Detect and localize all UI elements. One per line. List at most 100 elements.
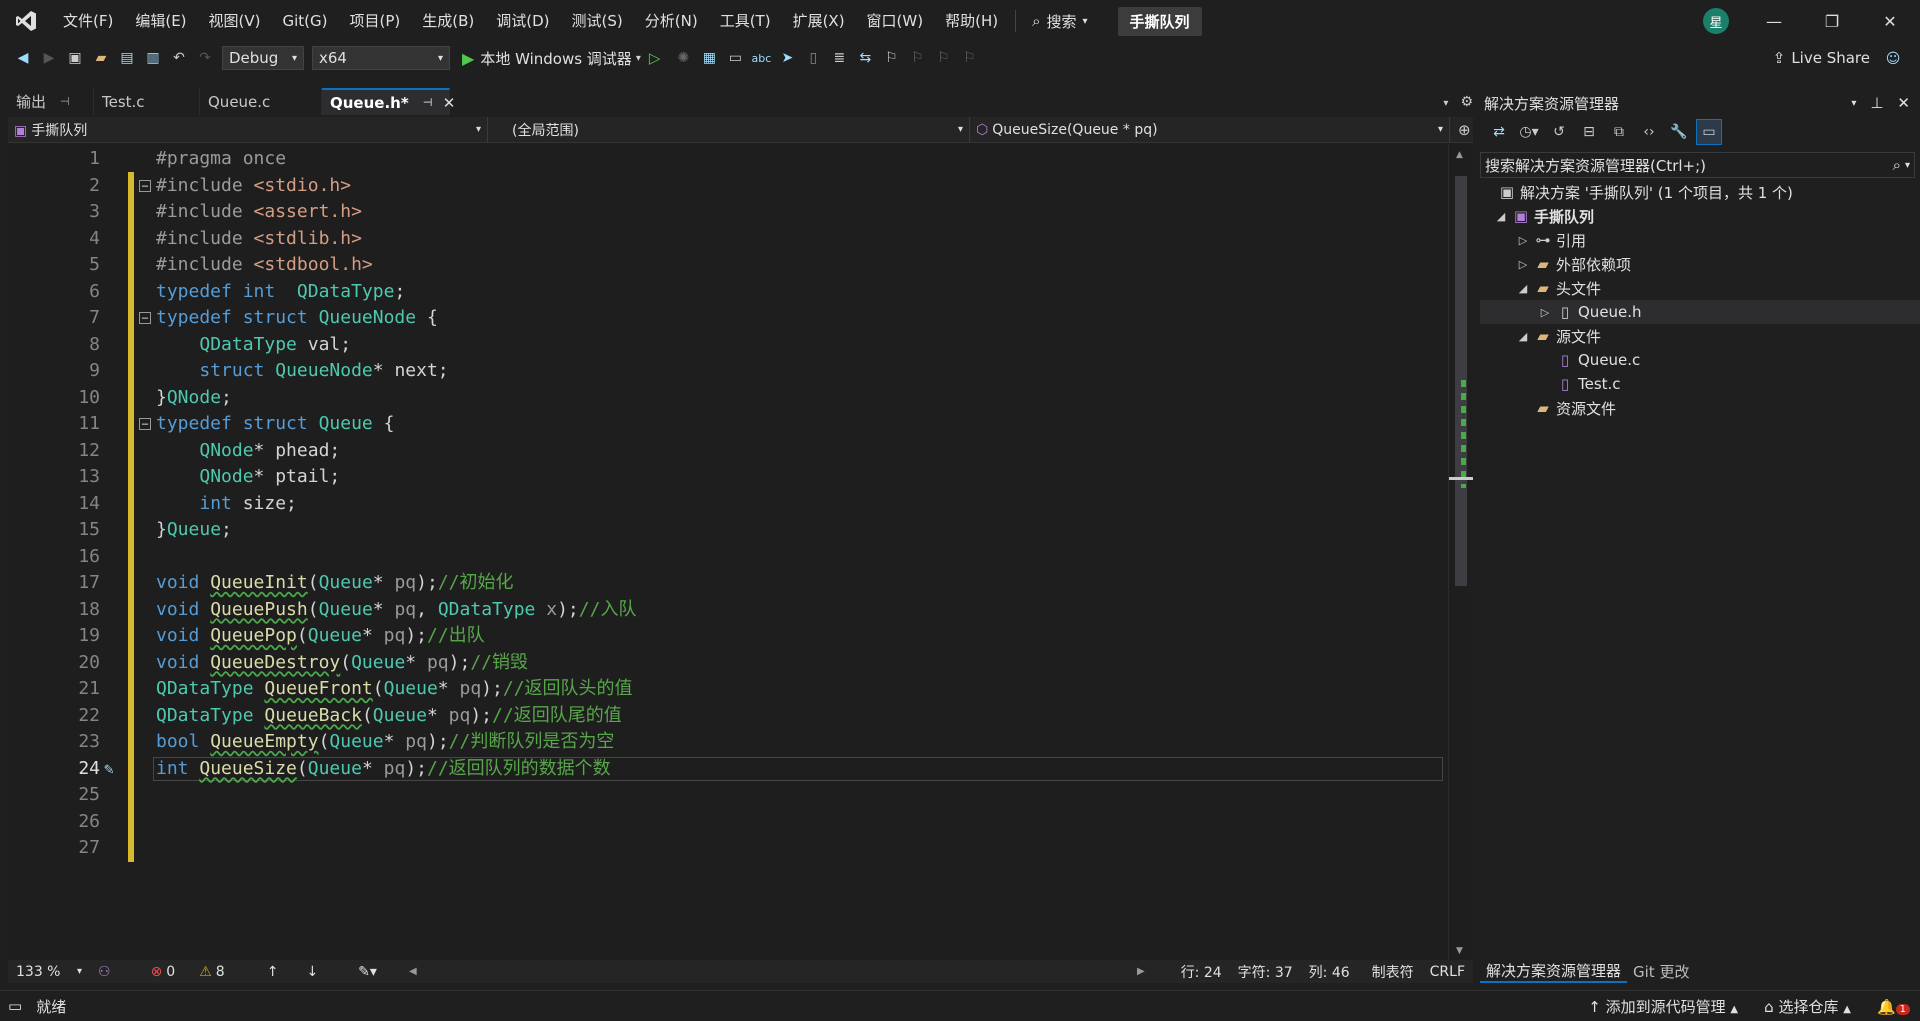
- next-issue-icon[interactable]: ↓: [298, 964, 326, 980]
- scroll-right-icon[interactable]: ▶: [1129, 966, 1153, 977]
- tab-test-c[interactable]: Test.c: [94, 88, 200, 115]
- tree-queue-h[interactable]: ▷ ▯ Queue.h: [1480, 300, 1920, 324]
- platform-select[interactable]: x64 ▾: [312, 46, 450, 70]
- preview-icon[interactable]: ▭: [1696, 119, 1722, 145]
- tree-headers[interactable]: ◢ ▰ 头文件: [1480, 276, 1920, 300]
- menu-item[interactable]: 窗口(W): [856, 6, 935, 36]
- errors-indicator[interactable]: ⊗ 0: [143, 964, 184, 980]
- tabs-indicator[interactable]: 制表符: [1364, 962, 1422, 982]
- show-all-files-icon[interactable]: ⧉: [1606, 119, 1632, 145]
- code-line[interactable]: 27: [8, 835, 1448, 862]
- code-line[interactable]: 3 #include <assert.h>: [8, 199, 1448, 226]
- code-line[interactable]: 16: [8, 544, 1448, 571]
- char-indicator[interactable]: 字符: 37: [1230, 962, 1301, 982]
- zoom-select[interactable]: 133 % ▾: [8, 964, 90, 980]
- scroll-left-icon[interactable]: ◀: [401, 966, 425, 977]
- code-line[interactable]: 23 bool QueueEmpty(Queue* pq);//判断队列是否为空: [8, 729, 1448, 756]
- split-editor-icon[interactable]: ⊕: [1458, 121, 1471, 139]
- scroll-up-icon[interactable]: ▲: [1456, 150, 1463, 160]
- code-editor[interactable]: 1 #pragma once 2− #include <stdio.h> 3 #inclu…: [8, 144, 1448, 960]
- code-line[interactable]: 13 QNode* ptail;: [8, 464, 1448, 491]
- collapse-icon[interactable]: −: [139, 312, 151, 324]
- outdent-icon[interactable]: ⇆: [852, 45, 878, 71]
- menu-item[interactable]: 分析(N): [634, 6, 709, 36]
- code-line[interactable]: 26: [8, 809, 1448, 836]
- notifications-button[interactable]: 🔔 1: [1877, 998, 1910, 1016]
- expanded-icon[interactable]: ◢: [1516, 330, 1530, 343]
- menu-item[interactable]: 帮助(H): [934, 6, 1009, 36]
- forward-icon[interactable]: ▶: [36, 45, 62, 71]
- hot-reload-icon[interactable]: ✺: [670, 45, 696, 71]
- new-project-icon[interactable]: ▣: [62, 45, 88, 71]
- collapsed-icon[interactable]: ▷: [1516, 258, 1530, 271]
- settings-icon[interactable]: ⚙: [1460, 94, 1473, 110]
- tree-sources[interactable]: ◢ ▰ 源文件: [1480, 324, 1920, 348]
- tree-solution[interactable]: ▣ 解决方案 '手撕队列' (1 个项目，共 1 个): [1480, 180, 1920, 204]
- code-line[interactable]: 4 #include <stdlib.h>: [8, 226, 1448, 253]
- code-line[interactable]: 22 QDataType QueueBack(Queue* pq);//返回队尾的…: [8, 703, 1448, 730]
- collapsed-icon[interactable]: ▷: [1516, 234, 1530, 247]
- solution-explorer-search-input[interactable]: 搜索解决方案资源管理器(Ctrl+;) ⌕ ▾: [1480, 152, 1915, 178]
- menu-item[interactable]: 视图(V): [198, 6, 272, 36]
- tree-project[interactable]: ◢ ▣ 手撕队列: [1480, 204, 1920, 228]
- bookmark-clear-icon[interactable]: ⚐: [956, 45, 982, 71]
- tree-test-c[interactable]: ▯ Test.c: [1480, 372, 1920, 396]
- chevron-down-icon[interactable]: ▾: [1851, 98, 1856, 109]
- tab-output[interactable]: 输出 ⊣: [8, 88, 94, 115]
- tab-solution-explorer[interactable]: 解决方案资源管理器: [1480, 960, 1628, 983]
- menu-item[interactable]: Git(G): [272, 6, 339, 36]
- bookmark-icon[interactable]: ⚐: [878, 45, 904, 71]
- select-repository-button[interactable]: ⌂ 选择仓库 ▲: [1764, 996, 1851, 1017]
- debugger-button[interactable]: 本地 Windows 调试器: [480, 48, 632, 69]
- code-line[interactable]: 15}Queue;: [8, 517, 1448, 544]
- layout-icon[interactable]: ▭: [722, 45, 748, 71]
- redo-icon[interactable]: ↷: [192, 45, 218, 71]
- warnings-indicator[interactable]: ⚠ 8: [191, 964, 232, 980]
- vertical-scrollbar[interactable]: ▲ ▼: [1448, 144, 1473, 960]
- pin-icon[interactable]: ⊣: [60, 95, 70, 108]
- collapsed-icon[interactable]: ▷: [1538, 306, 1552, 319]
- menu-item[interactable]: 扩展(X): [782, 6, 856, 36]
- tree-external-deps[interactable]: ▷ ▰ 外部依赖项: [1480, 252, 1920, 276]
- tree-references[interactable]: ▷ ⊶ 引用: [1480, 228, 1920, 252]
- quick-actions-icon[interactable]: ✎: [104, 756, 114, 783]
- tab-git-changes[interactable]: Git 更改: [1627, 961, 1695, 982]
- code-line[interactable]: 9 struct QueueNode* next;: [8, 358, 1448, 385]
- code-line[interactable]: 18 void QueuePush(Queue* pq, QDataType x)…: [8, 597, 1448, 624]
- undo-icon[interactable]: ↶: [166, 45, 192, 71]
- expanded-icon[interactable]: ◢: [1494, 210, 1508, 223]
- expanded-icon[interactable]: ◢: [1516, 282, 1530, 295]
- search-button[interactable]: ⌕ 搜索 ▾: [1022, 11, 1097, 32]
- open-folder-icon[interactable]: ▰: [88, 45, 114, 71]
- copilot-icon[interactable]: ⚇: [90, 964, 119, 980]
- code-line[interactable]: 6 typedef int QDataType;: [8, 279, 1448, 306]
- pin-icon[interactable]: ⊣: [423, 96, 433, 109]
- refresh-icon[interactable]: ↺: [1546, 119, 1572, 145]
- bookmark-next-icon[interactable]: ⚐: [930, 45, 956, 71]
- solution-tool-icon[interactable]: ▦: [696, 45, 722, 71]
- menu-item[interactable]: 测试(S): [561, 6, 634, 36]
- scroll-down-icon[interactable]: ▼: [1456, 946, 1463, 956]
- feedback-icon[interactable]: ☺: [1880, 46, 1906, 72]
- start-without-debugging-icon[interactable]: ▷: [649, 49, 661, 67]
- code-line[interactable]: 14 int size;: [8, 491, 1448, 518]
- menu-item[interactable]: 文件(F): [52, 6, 124, 36]
- output-window-icon[interactable]: ▭: [8, 997, 22, 1015]
- project-dropdown[interactable]: ▣ 手撕队列 ▾: [8, 116, 488, 143]
- code-line[interactable]: 1 #pragma once: [8, 146, 1448, 173]
- code-line[interactable]: 24 ✎ int QueueSize(Queue* pq);//返回队列的数据个数: [8, 756, 1448, 783]
- code-line[interactable]: 8 QDataType val;: [8, 332, 1448, 359]
- sync-icon[interactable]: ⇄: [1486, 119, 1512, 145]
- menu-item[interactable]: 生成(B): [411, 6, 485, 36]
- code-line[interactable]: 17 void QueueInit(Queue* pq);//初始化: [8, 570, 1448, 597]
- code-line[interactable]: 11 − typedef struct Queue {: [8, 411, 1448, 438]
- tab-list-dropdown-icon[interactable]: ▾: [1443, 98, 1448, 109]
- chevron-down-icon[interactable]: ▾: [636, 53, 641, 64]
- code-line[interactable]: 25: [8, 782, 1448, 809]
- configuration-select[interactable]: Debug ▾: [222, 46, 304, 70]
- code-line[interactable]: 19 void QueuePop(Queue* pq);//出队: [8, 623, 1448, 650]
- tab-queue-h[interactable]: Queue.h* ⊣ ✕: [322, 88, 455, 115]
- code-line[interactable]: 7 − typedef struct QueueNode {: [8, 305, 1448, 332]
- code-line[interactable]: 10}QNode;: [8, 385, 1448, 412]
- indent-icon[interactable]: ≣: [826, 45, 852, 71]
